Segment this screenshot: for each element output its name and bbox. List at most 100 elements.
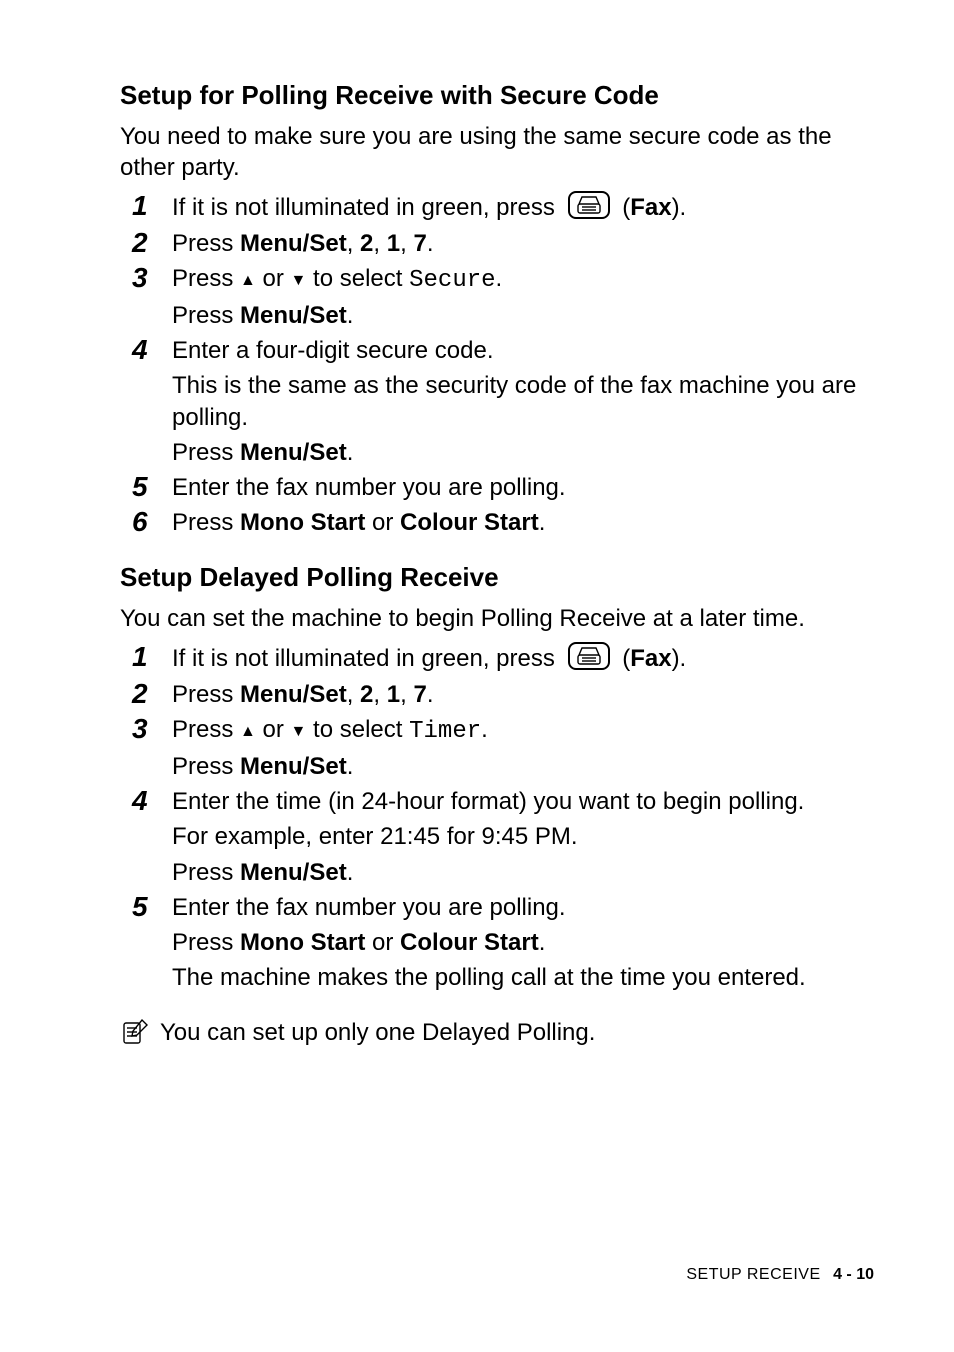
step-number: 5	[120, 892, 172, 923]
text-fragment: .	[347, 439, 354, 466]
text-fragment: 2	[360, 230, 373, 257]
text-fragment: Menu/Set	[240, 230, 347, 257]
step-body: Enter the fax number you are polling.	[172, 472, 874, 503]
step-number: 3	[120, 714, 172, 745]
list-item: 1 If it is not illuminated in green, pre…	[120, 642, 874, 674]
step-subline: This is the same as the security code of…	[172, 370, 874, 432]
footer-label: SETUP RECEIVE	[686, 1266, 820, 1283]
text-fragment: ).	[672, 645, 687, 672]
step-number: 2	[120, 228, 172, 259]
text-fragment: Press	[172, 509, 240, 536]
text-fragment: Press	[172, 439, 240, 466]
text-fragment: 2	[360, 681, 373, 708]
step-subline: For example, enter 21:45 for 9:45 PM.	[172, 821, 874, 852]
step-number: 4	[120, 786, 172, 817]
step-body: If it is not illuminated in green, press…	[172, 191, 874, 223]
down-arrow-icon: ▼	[291, 272, 307, 289]
section1-intro: You need to make sure you are using the …	[120, 121, 874, 183]
step-number: 6	[120, 507, 172, 538]
up-arrow-icon: ▲	[240, 723, 256, 740]
list-item: 6 Press Mono Start or Colour Start.	[120, 507, 874, 538]
section2-heading: Setup Delayed Polling Receive	[120, 562, 874, 593]
list-item: 4 Enter a four-digit secure code. This i…	[120, 335, 874, 468]
text-fragment: .	[347, 753, 354, 780]
list-item: 5 Enter the fax number you are polling.	[120, 472, 874, 503]
down-arrow-icon: ▼	[291, 723, 307, 740]
text-fragment: .	[539, 509, 546, 536]
step-body: Enter the time (in 24-hour format) you w…	[172, 786, 874, 888]
list-item: 4 Enter the time (in 24-hour format) you…	[120, 786, 874, 888]
text-fragment: If it is not illuminated in green, press	[172, 645, 562, 672]
text-fragment: Press	[172, 265, 240, 292]
list-item: 2 Press Menu/Set, 2, 1, 7.	[120, 228, 874, 259]
note-icon	[120, 1017, 160, 1047]
footer-page-number: 4 - 10	[833, 1266, 874, 1283]
fax-icon	[568, 191, 610, 219]
text-fragment: to select	[306, 716, 409, 743]
text-fragment: .	[496, 265, 503, 292]
text-fragment: Press	[172, 681, 240, 708]
step-number: 1	[120, 191, 172, 222]
step-subline: Press Menu/Set.	[172, 857, 874, 888]
text-fragment: Timer	[409, 718, 481, 745]
text-fragment: Menu/Set	[240, 302, 347, 329]
text-fragment: (	[616, 645, 631, 672]
note-text: You can set up only one Delayed Polling.	[160, 1017, 874, 1048]
text-fragment: or	[256, 265, 291, 292]
list-item: 5 Enter the fax number you are polling. …	[120, 892, 874, 994]
document-page: Setup for Polling Receive with Secure Co…	[0, 0, 954, 1352]
step-body: Press ▲ or ▼ to select Secure. Press Men…	[172, 263, 874, 331]
step-number: 1	[120, 642, 172, 673]
text-fragment: Press	[172, 302, 240, 329]
text-fragment: Menu/Set	[240, 859, 347, 886]
text-fragment: .	[347, 302, 354, 329]
note: You can set up only one Delayed Polling.	[120, 1017, 874, 1048]
fax-icon	[568, 642, 610, 670]
step-subline: Press Menu/Set.	[172, 300, 874, 331]
step-body: If it is not illuminated in green, press…	[172, 642, 874, 674]
step-body: Enter a four-digit secure code. This is …	[172, 335, 874, 468]
list-item: 3 Press ▲ or ▼ to select Timer. Press Me…	[120, 714, 874, 782]
text-fragment: ,	[400, 230, 413, 257]
step-number: 3	[120, 263, 172, 294]
text-fragment: If it is not illuminated in green, press	[172, 194, 562, 221]
text-fragment: or	[256, 716, 291, 743]
text-fragment: .	[347, 859, 354, 886]
text-fragment: 7	[413, 681, 426, 708]
text-fragment: .	[427, 681, 434, 708]
text-fragment: Enter a four-digit secure code.	[172, 337, 494, 364]
text-fragment: Mono Start	[240, 509, 365, 536]
page-footer: SETUP RECEIVE 4 - 10	[686, 1266, 874, 1284]
text-fragment: Press	[172, 716, 240, 743]
section2-steps: 1 If it is not illuminated in green, pre…	[120, 642, 874, 993]
section1-heading: Setup for Polling Receive with Secure Co…	[120, 80, 874, 111]
text-fragment: Fax	[630, 194, 671, 221]
text-fragment: .	[427, 230, 434, 257]
text-fragment: Press	[172, 230, 240, 257]
text-fragment: ,	[400, 681, 413, 708]
step-body: Press ▲ or ▼ to select Timer. Press Menu…	[172, 714, 874, 782]
text-fragment: Mono Start	[240, 929, 365, 956]
list-item: 1 If it is not illuminated in green, pre…	[120, 191, 874, 223]
list-item: 3 Press ▲ or ▼ to select Secure. Press M…	[120, 263, 874, 331]
step-subline: Press Menu/Set.	[172, 751, 874, 782]
text-fragment: Colour Start	[400, 929, 539, 956]
text-fragment: Secure	[409, 267, 495, 294]
text-fragment: Menu/Set	[240, 681, 347, 708]
text-fragment: 1	[387, 681, 400, 708]
text-fragment: ,	[373, 681, 386, 708]
section2-intro: You can set the machine to begin Polling…	[120, 603, 874, 634]
text-fragment: 7	[413, 230, 426, 257]
up-arrow-icon: ▲	[240, 272, 256, 289]
step-body: Press Menu/Set, 2, 1, 7.	[172, 679, 874, 710]
step-subline: The machine makes the polling call at th…	[172, 962, 874, 993]
text-fragment: .	[539, 929, 546, 956]
step-body: Press Mono Start or Colour Start.	[172, 507, 874, 538]
text-fragment: ,	[347, 230, 360, 257]
text-fragment: ,	[347, 681, 360, 708]
step-body: Enter the fax number you are polling. Pr…	[172, 892, 874, 994]
text-fragment: ,	[373, 230, 386, 257]
step-subline: Press Menu/Set.	[172, 437, 874, 468]
text-fragment: .	[481, 716, 488, 743]
text-fragment: 1	[387, 230, 400, 257]
